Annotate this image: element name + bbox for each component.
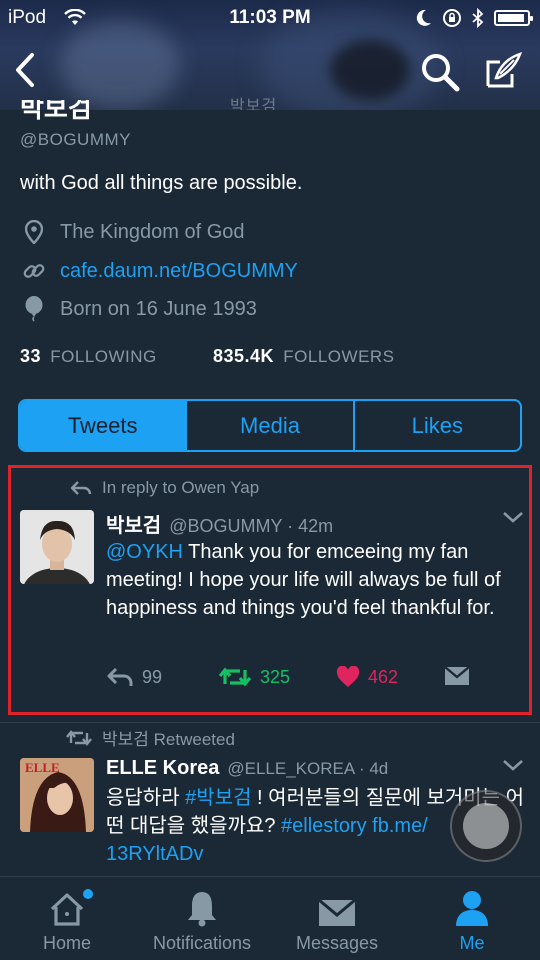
reply-button[interactable]: 99 [106,666,162,688]
tab-label: Me [459,933,485,953]
like-button[interactable]: 462 [336,666,398,688]
svg-text:ELLE: ELLE [25,760,60,775]
tweet-handle-time: @BOGUMMY · 42m [169,516,334,536]
moon-icon [416,9,431,26]
retweet-icon [66,729,92,746]
bluetooth-icon [472,8,484,28]
tab-label: Notifications [152,933,252,953]
link-icon [22,258,46,284]
rotation-lock-icon [443,9,461,27]
status-bar: iPod 11:03 PM [0,0,540,36]
tweet-text: @OYKH Thank you for emceeing my fan meet… [106,538,516,622]
reply-icon [70,481,92,495]
hashtag-link[interactable]: #박보검 [185,787,251,809]
balloon-icon [22,296,46,322]
like-count: 462 [368,666,399,687]
person-icon [456,891,488,926]
chevron-down-icon[interactable] [502,510,524,524]
retweet-count: 325 [260,666,291,687]
profile-name: 박보검 [20,100,92,120]
retweet-button[interactable]: 325 [218,666,290,688]
tab-tweets[interactable]: Tweets [20,401,188,450]
tweet-divider [0,722,540,723]
followers-number: 835.4K [213,346,275,366]
retweeted-by-text: 박보검 Retweeted [102,730,235,749]
heart-icon [336,666,360,687]
followers-label: FOLLOWERS [283,347,395,366]
tweet-header: 박보검 @BOGUMMY · 42m [106,509,333,538]
website-link[interactable]: cafe.daum.net/BOGUMMY [60,260,298,283]
compose-tweet-icon[interactable] [484,50,524,90]
retweeted-context: 박보검 Retweeted [66,725,235,750]
reply-icon [107,667,133,686]
notification-dot [83,889,93,899]
chevron-down-icon[interactable] [502,758,524,772]
tweet-body: 응답하라 [106,787,186,809]
status-icons [416,8,533,28]
following-number: 33 [20,346,42,366]
tweet-header: ELLE Korea @ELLE_KOREA · 4d [106,757,388,780]
home-icon [50,893,84,926]
profile-bio: with God all things are possible. [20,172,303,194]
hashtag-link[interactable]: #ellestory [281,815,367,837]
profile-handle: @BOGUMMY [20,130,131,149]
reply-context[interactable]: In reply to Owen Yap [70,478,259,498]
search-icon[interactable] [420,52,460,92]
banner-shape [330,40,410,100]
location-pin-icon [22,219,46,245]
tab-notifications[interactable]: Notifications [144,877,260,960]
tweet-handle-time: @ELLE_KOREA · 4d [227,759,389,778]
tab-home[interactable]: Home [28,877,106,960]
reply-to-text: In reply to Owen Yap [102,478,260,497]
retweet-icon [218,667,252,687]
tab-label: Messages [295,933,379,953]
envelope-icon [318,899,356,926]
mention-link[interactable]: @OYKH [106,541,183,563]
tweet-author-name[interactable]: ELLE Korea [106,757,219,780]
tab-media[interactable]: Media [187,401,355,450]
followers-count[interactable]: 835.4K FOLLOWERS [213,346,395,367]
avatar[interactable]: ELLE [20,758,94,832]
tweet-actions: 99 325 462 [106,666,486,696]
battery-icon [494,10,533,26]
bell-icon [188,892,216,927]
birthday-text: Born on 16 June 1993 [60,297,257,320]
direct-message-button[interactable] [444,666,470,686]
tab-likes[interactable]: Likes [355,401,520,450]
avatar[interactable] [20,510,94,584]
tab-messages[interactable]: Messages [288,877,386,960]
following-count[interactable]: 33 FOLLOWING [20,346,157,367]
bottom-tab-bar: Home Notifications Messages Me [0,876,540,960]
back-arrow-icon[interactable] [12,52,38,88]
tab-me[interactable]: Me [440,877,504,960]
profile-website[interactable]: cafe.daum.net/BOGUMMY [22,258,298,284]
profile-birthday: Born on 16 June 1993 [22,296,257,322]
tweet-author-name[interactable]: 박보검 [106,509,161,538]
url-link[interactable]: fb.me/ [367,815,428,837]
envelope-icon [444,666,470,685]
url-link[interactable]: 13RYltADv [106,843,203,865]
profile-tabs: Tweets Media Likes [18,399,522,452]
location-text: The Kingdom of God [60,220,245,243]
assistive-touch-button[interactable] [450,790,522,862]
tab-label: Home [42,933,91,953]
reply-count: 99 [142,666,163,687]
banner-name-ghost: 박보검 [230,98,278,110]
following-label: FOLLOWING [50,347,157,366]
profile-location: The Kingdom of God [22,219,245,245]
